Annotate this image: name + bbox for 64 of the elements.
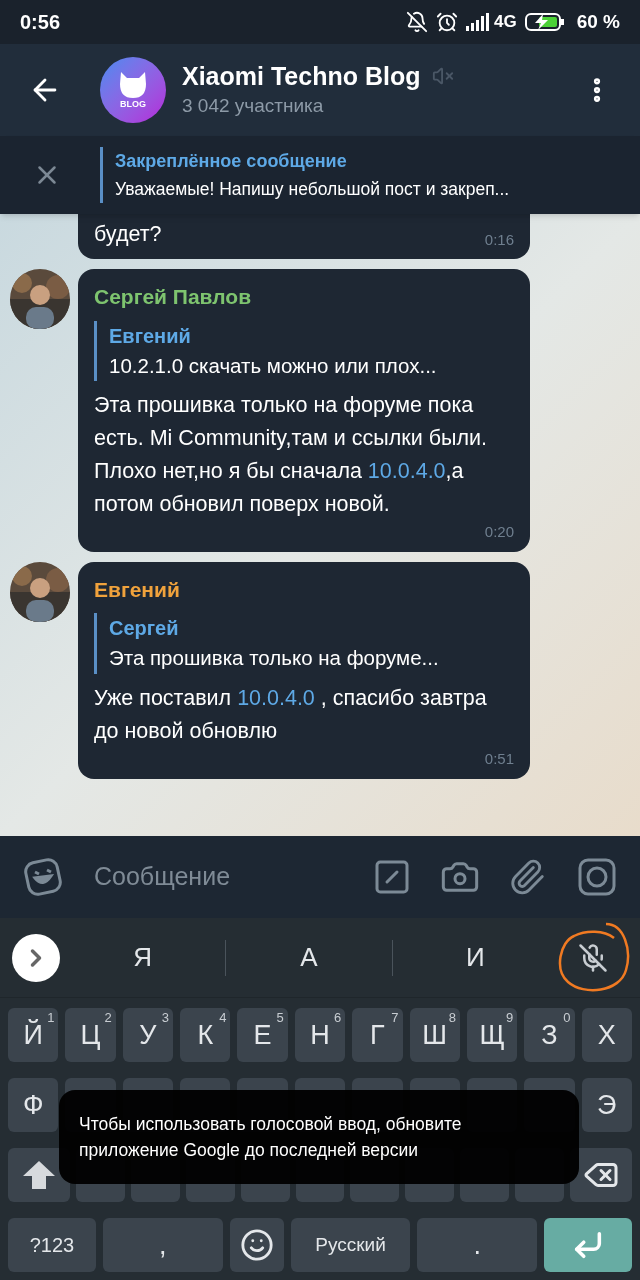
- battery-level: 60 %: [576, 9, 620, 34]
- key[interactable]: Ф: [8, 1078, 59, 1132]
- key-hint: 9: [506, 1009, 514, 1027]
- key[interactable]: ,: [103, 1218, 223, 1272]
- message-text: будет?: [94, 221, 163, 248]
- video-message-icon[interactable]: [578, 858, 616, 896]
- key[interactable]: Э: [581, 1078, 632, 1132]
- suggestion[interactable]: И: [392, 938, 558, 977]
- space-key[interactable]: Русский: [290, 1218, 411, 1272]
- pinned-text: Уважаемые! Напишу небольшой пост и закреп...: [115, 178, 510, 201]
- avatar-label: BLOG: [120, 99, 146, 109]
- message-text: Уже поставил 10.0.4.0 , спасибо завтра до новой обновлю: [94, 685, 488, 745]
- key-hint: 0: [563, 1009, 571, 1027]
- chat-title: Xiaomi Techno Blog: [182, 60, 421, 92]
- reply-text: 10.2.1.0 скачать можно или плох...: [109, 352, 438, 379]
- key[interactable]: К 4: [180, 1008, 231, 1062]
- message-field[interactable]: Сообщение: [94, 858, 356, 896]
- key-hint: 1: [47, 1009, 55, 1027]
- key-hint: 5: [276, 1009, 284, 1027]
- message-time: 0:20: [484, 522, 514, 543]
- backspace-key[interactable]: [570, 1148, 632, 1202]
- clock: 0:56: [20, 10, 61, 35]
- bell-off-icon: [406, 11, 428, 33]
- message-time: 0:16: [484, 229, 514, 250]
- pinned-message-bar[interactable]: Закреплённое сообщение Уважаемые! Напишу небольшой пост и закреп...: [0, 136, 640, 214]
- emoji-key[interactable]: [229, 1218, 284, 1272]
- reply-quote[interactable]: Евгений 10.2.1.0 скачать можно или плох...: [94, 320, 514, 382]
- key-hint: 2: [104, 1009, 112, 1027]
- key[interactable]: Г 7: [352, 1008, 403, 1062]
- voice-update-toast: Чтобы использовать голосовой ввод, обновите приложение Google до последней версии: [59, 1090, 579, 1184]
- sender-name: Сергей Павлов: [94, 284, 253, 310]
- signal-icon: [466, 13, 490, 31]
- shift-icon: [22, 1160, 56, 1190]
- reply-author: Сергей: [109, 616, 180, 642]
- reply-text: Эта прошивка только на форуме...: [109, 645, 440, 672]
- paperclip-icon[interactable]: [508, 858, 546, 896]
- key-hint: 8: [448, 1009, 456, 1027]
- key-hint: 6: [333, 1009, 342, 1027]
- shift-key[interactable]: [8, 1148, 70, 1202]
- message-time: 0:51: [484, 749, 514, 769]
- member-count: 3 042 участника: [182, 93, 325, 118]
- reply-quote[interactable]: Сергей Эта прошивка только на форуме...: [94, 613, 514, 674]
- pinned-label: Закреплённое сообщение: [115, 150, 348, 173]
- key-hint: 3: [161, 1009, 170, 1027]
- network-type: 4G: [494, 11, 517, 34]
- suggestion[interactable]: Я: [60, 938, 226, 977]
- reply-author: Евгений: [109, 323, 192, 349]
- key-hint: 7: [391, 1009, 399, 1027]
- version-link[interactable]: 10.0.4.0: [237, 686, 315, 710]
- key[interactable]: Х: [581, 1008, 632, 1062]
- smiley-icon: [239, 1228, 274, 1262]
- key[interactable]: .: [417, 1218, 537, 1272]
- sticker-icon[interactable]: [24, 858, 62, 896]
- message-text: Эта прошивка только на форуме пока есть. Mi Community,там и ссылки были. Плохо нет,но я бы сначала 10.0.4.0,а потом обновил поверх новой.: [94, 392, 488, 519]
- sender-name: Евгений: [94, 576, 181, 603]
- alarm-icon: [436, 11, 458, 33]
- symbols-key[interactable]: ?123: [8, 1218, 96, 1272]
- key[interactable]: З 0: [524, 1008, 575, 1062]
- key-hint: 4: [219, 1009, 227, 1027]
- version-link[interactable]: 10.0.4.0: [367, 459, 446, 484]
- channel-avatar[interactable]: BLOG: [100, 57, 166, 123]
- suggestion[interactable]: А: [226, 938, 392, 977]
- enter-key[interactable]: [544, 1218, 632, 1272]
- expand-button[interactable]: [12, 933, 60, 982]
